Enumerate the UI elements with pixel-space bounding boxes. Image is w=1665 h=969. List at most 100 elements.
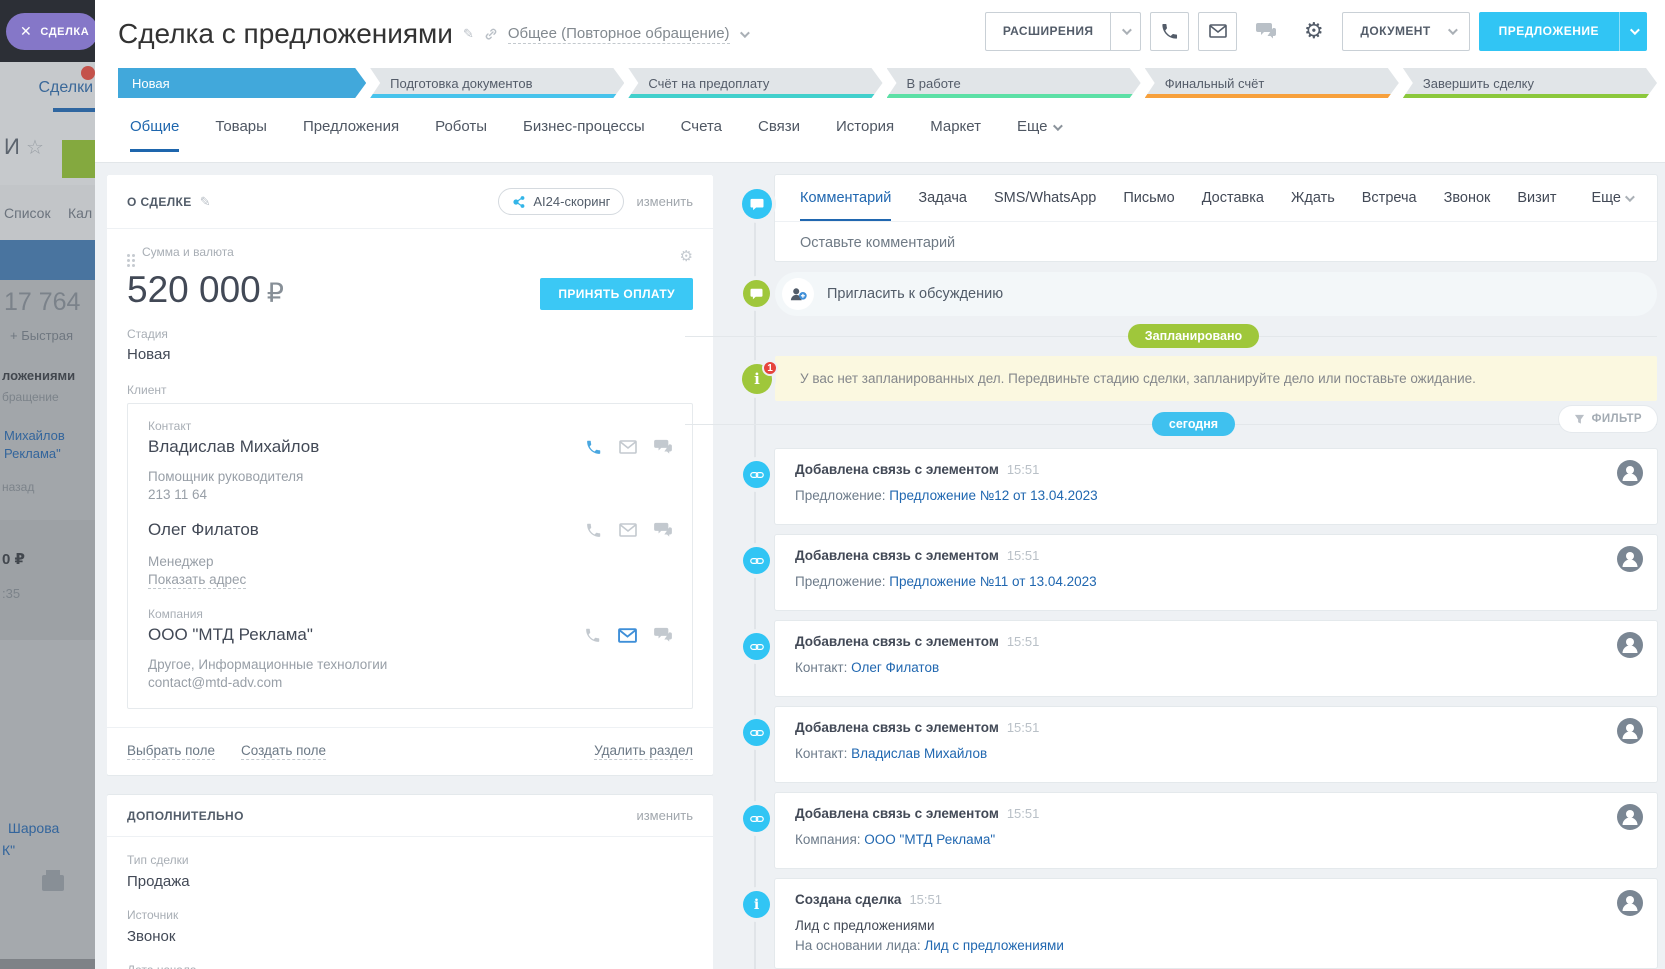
slider-close-button[interactable]: ✕ СДЕЛКА: [6, 13, 95, 50]
deal-type-value[interactable]: Продажа: [127, 873, 693, 890]
show-address-link[interactable]: Показать адрес: [148, 572, 246, 589]
drag-handle[interactable]: [127, 254, 135, 267]
user-avatar[interactable]: [1617, 460, 1643, 486]
extensions-dropdown[interactable]: [1110, 13, 1140, 50]
stage-final-invoice[interactable]: Финальный счёт: [1145, 68, 1399, 98]
email-icon[interactable]: [619, 440, 637, 454]
entry-link[interactable]: Предложение №12 от 13.04.2023: [889, 488, 1097, 503]
deal-amount[interactable]: 520 000₽: [127, 269, 284, 311]
deal-category-selector[interactable]: Общее (Повторное обращение): [508, 25, 730, 44]
tab-sms-whatsapp[interactable]: SMS/WhatsApp: [994, 190, 1096, 221]
stage-new[interactable]: Новая: [118, 68, 366, 98]
company-name[interactable]: ООО "МТД Реклама": [148, 625, 313, 645]
contact-name[interactable]: Олег Филатов: [148, 520, 259, 540]
chat-button[interactable]: [1246, 12, 1285, 51]
tab-visit[interactable]: Визит: [1517, 190, 1556, 221]
tab-call[interactable]: Звонок: [1444, 190, 1491, 221]
tab-general[interactable]: Общие: [130, 118, 179, 152]
phone-icon[interactable]: [584, 627, 601, 644]
email-icon[interactable]: [618, 628, 637, 643]
create-field-link[interactable]: Создать поле: [241, 743, 326, 760]
no-activities-notice: У вас нет запланированных дел. Передвинь…: [775, 356, 1657, 401]
call-button[interactable]: [1150, 12, 1189, 51]
quick-add-button[interactable]: + Быстрая: [10, 328, 73, 343]
tab-wait[interactable]: Ждать: [1291, 190, 1335, 221]
background-tab-deals[interactable]: Сделки: [38, 79, 93, 97]
page-title: Сделка с предложениями: [118, 18, 453, 50]
star-icon[interactable]: ☆: [26, 137, 44, 159]
tab-comment[interactable]: Комментарий: [800, 190, 891, 221]
settings-button[interactable]: ⚙: [1294, 12, 1333, 51]
entry-link[interactable]: Владислав Михайлов: [851, 746, 987, 761]
tab-history[interactable]: История: [836, 118, 894, 152]
tab-letter[interactable]: Письмо: [1123, 190, 1174, 221]
tab-bizproc[interactable]: Бизнес-процессы: [523, 118, 645, 152]
tab-more[interactable]: Еще: [1017, 118, 1060, 152]
user-avatar[interactable]: [1617, 632, 1643, 658]
document-button[interactable]: ДОКУМЕНТ: [1342, 12, 1469, 51]
chevron-down-icon: [1052, 121, 1062, 131]
tab-task[interactable]: Задача: [918, 190, 967, 221]
stage-value[interactable]: Новая: [127, 346, 693, 363]
stage-close-deal[interactable]: Завершить сделку: [1403, 68, 1657, 98]
user-avatar[interactable]: [1617, 890, 1643, 916]
entry-link[interactable]: ООО "МТД Реклама": [864, 832, 995, 847]
stage-in-progress[interactable]: В работе: [887, 68, 1141, 98]
comment-input[interactable]: [775, 222, 1657, 264]
contact-name[interactable]: Владислав Михайлов: [148, 437, 319, 457]
background-page-title: И ☆: [0, 112, 95, 185]
filter-button[interactable]: ФИЛЬТР: [1559, 406, 1657, 432]
email-icon[interactable]: [619, 523, 637, 537]
tab-robots[interactable]: Роботы: [435, 118, 487, 152]
accept-payment-button[interactable]: ПРИНЯТЬ ОПЛАТУ: [540, 278, 693, 310]
tab-meeting[interactable]: Встреча: [1362, 190, 1417, 221]
chevron-down-icon: [1630, 25, 1640, 35]
link-icon: [743, 461, 770, 488]
background-green-button[interactable]: [62, 140, 95, 178]
edit-section-icon[interactable]: ✎: [200, 194, 211, 210]
offer-button[interactable]: ПРЕДЛОЖЕНИЕ: [1479, 12, 1647, 51]
delete-section-link[interactable]: Удалить раздел: [594, 743, 693, 760]
contact-label: Контакт: [148, 419, 672, 433]
invite-discussion[interactable]: Пригласить к обсуждению: [775, 272, 1657, 316]
phone-icon[interactable]: [585, 522, 602, 539]
link-icon: [743, 805, 770, 832]
extensions-button[interactable]: РАСШИРЕНИЯ: [985, 12, 1142, 51]
email-button[interactable]: [1198, 12, 1237, 51]
entry-link[interactable]: Олег Филатов: [851, 660, 939, 675]
user-avatar[interactable]: [1617, 546, 1643, 572]
tab-more[interactable]: Еще: [1591, 190, 1632, 206]
edit-section-link[interactable]: изменить: [636, 194, 693, 209]
chat-icon[interactable]: [654, 627, 672, 643]
phone-icon[interactable]: [585, 439, 602, 456]
tab-invoices[interactable]: Счета: [681, 118, 722, 152]
amount-label: Сумма и валюта: [127, 245, 234, 267]
printer-icon[interactable]: [42, 875, 64, 891]
entry-link[interactable]: Предложение №11 от 13.04.2023: [889, 574, 1096, 589]
copy-link-icon[interactable]: [484, 27, 498, 41]
tab-products[interactable]: Товары: [215, 118, 267, 152]
company-industry: Другое, Информационные технологии: [148, 657, 672, 672]
user-avatar[interactable]: [1617, 718, 1643, 744]
tab-delivery[interactable]: Доставка: [1202, 190, 1264, 221]
field-settings-icon[interactable]: ⚙: [680, 247, 693, 265]
tab-offers[interactable]: Предложения: [303, 118, 399, 152]
edit-section-link[interactable]: изменить: [636, 808, 693, 823]
edit-title-icon[interactable]: ✎: [463, 26, 474, 42]
chat-icon[interactable]: [654, 439, 672, 455]
chat-icon[interactable]: [654, 522, 672, 538]
tab-market[interactable]: Маркет: [930, 118, 981, 152]
link-icon: [743, 633, 770, 660]
offer-dropdown[interactable]: [1619, 12, 1647, 51]
deal-slider-panel: Сделка с предложениями ✎ Общее (Повторно…: [95, 0, 1665, 969]
tab-links[interactable]: Связи: [758, 118, 800, 152]
ai-scoring-button[interactable]: AI24-скоринг: [498, 188, 624, 215]
stage-prepay-invoice[interactable]: Счёт на предоплату: [628, 68, 882, 98]
user-avatar[interactable]: [1617, 804, 1643, 830]
source-value[interactable]: Звонок: [127, 928, 693, 945]
stage-docs[interactable]: Подготовка документов: [370, 68, 624, 98]
chevron-down-icon[interactable]: [740, 28, 750, 38]
entry-link[interactable]: Лид с предложениями: [924, 938, 1064, 953]
select-field-link[interactable]: Выбрать поле: [127, 743, 215, 760]
comment-bubble-icon: [742, 189, 772, 219]
